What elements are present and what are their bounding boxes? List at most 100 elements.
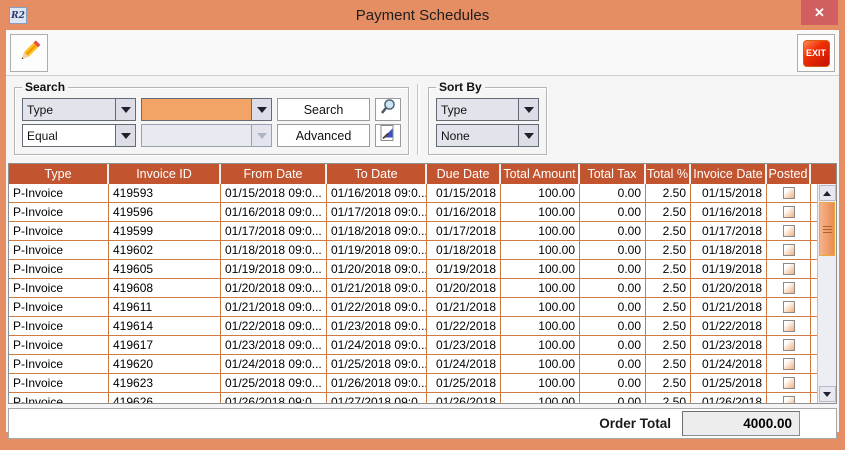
search-value2-combobox (141, 124, 272, 147)
cell-from_date: 01/16/2018 09:0... (221, 203, 327, 221)
table-row[interactable]: P-Invoice41962001/24/2018 09:0...01/25/2… (9, 355, 817, 374)
search-button[interactable]: Search (277, 98, 370, 121)
column-header-invoice_date[interactable]: Invoice Date (691, 164, 767, 184)
cell-to_date: 01/20/2018 09:0... (327, 260, 427, 278)
advanced-button[interactable]: Advanced (277, 124, 370, 147)
cell-due_date: 01/18/2018 (427, 241, 501, 259)
posted-checkbox[interactable] (783, 282, 795, 294)
table-row[interactable]: P-Invoice41960201/18/2018 09:0...01/19/2… (9, 241, 817, 260)
cell-type: P-Invoice (9, 203, 109, 221)
footer-panel: Order Total 4000.00 (8, 408, 837, 439)
advanced-search-icon-button[interactable] (375, 124, 401, 147)
table-rows-viewport[interactable]: P-Invoice41959301/15/2018 09:0...01/16/2… (9, 184, 817, 403)
cell-from_date: 01/17/2018 09:0... (221, 222, 327, 240)
table-row[interactable]: P-Invoice41959901/17/2018 09:0...01/18/2… (9, 222, 817, 241)
search-field-combobox[interactable]: Type (22, 98, 136, 121)
posted-checkbox[interactable] (783, 263, 795, 275)
column-header-total_pct[interactable]: Total % (646, 164, 691, 184)
table-header-row: TypeInvoice IDFrom DateTo DateDue DateTo… (9, 164, 836, 184)
cell-invoice_date: 01/25/2018 (691, 374, 767, 392)
sort-primary-combobox[interactable]: Type (436, 98, 539, 121)
cell-from_date: 01/21/2018 09:0... (221, 298, 327, 316)
cell-total_tax: 0.00 (580, 336, 646, 354)
cell-due_date: 01/15/2018 (427, 184, 501, 202)
cell-posted (767, 374, 811, 392)
search-value-input[interactable] (141, 98, 251, 121)
column-header-from_date[interactable]: From Date (221, 164, 327, 184)
posted-checkbox[interactable] (783, 244, 795, 256)
posted-checkbox[interactable] (783, 320, 795, 332)
posted-checkbox[interactable] (783, 301, 795, 313)
posted-checkbox[interactable] (783, 225, 795, 237)
table-row[interactable]: P-Invoice41960801/20/2018 09:0...01/21/2… (9, 279, 817, 298)
posted-checkbox[interactable] (783, 396, 795, 403)
cell-total_amount: 100.00 (501, 222, 580, 240)
table-row[interactable]: P-Invoice41961401/22/2018 09:0...01/23/2… (9, 317, 817, 336)
column-header-posted[interactable]: Posted (767, 164, 811, 184)
scroll-down-button[interactable] (819, 386, 836, 402)
column-header-due_date[interactable]: Due Date (427, 164, 501, 184)
cell-type: P-Invoice (9, 298, 109, 316)
posted-checkbox[interactable] (783, 187, 795, 199)
cell-invoice_date: 01/26/2018 (691, 393, 767, 403)
cell-invoice_date: 01/20/2018 (691, 279, 767, 297)
column-header-total_tax[interactable]: Total Tax (580, 164, 646, 184)
posted-checkbox[interactable] (783, 377, 795, 389)
cell-posted (767, 317, 811, 335)
table-row[interactable]: P-Invoice41962601/26/2018 09:0...01/27/2… (9, 393, 817, 403)
cell-total_tax: 0.00 (580, 241, 646, 259)
cell-from_date: 01/19/2018 09:0... (221, 260, 327, 278)
table-row[interactable]: P-Invoice41959601/16/2018 09:0...01/17/2… (9, 203, 817, 222)
search-value-combobox[interactable] (141, 98, 272, 121)
exit-button[interactable]: EXIT (797, 34, 835, 72)
table-row[interactable]: P-Invoice41960501/19/2018 09:0...01/20/2… (9, 260, 817, 279)
chevron-down-icon[interactable] (115, 124, 136, 147)
chevron-down-icon[interactable] (251, 98, 272, 121)
scrollbar-thumb[interactable] (819, 202, 835, 256)
cell-invoice_id: 419596 (109, 203, 221, 221)
cell-invoice_id: 419626 (109, 393, 221, 403)
filters-band: Search Type Search (6, 76, 839, 161)
edit-button[interactable] (10, 34, 48, 72)
search-operator-combobox[interactable]: Equal (22, 124, 136, 147)
cell-posted (767, 260, 811, 278)
sort-secondary-combobox[interactable]: None (436, 124, 539, 147)
cell-to_date: 01/21/2018 09:0... (327, 279, 427, 297)
search-value2-input (141, 124, 251, 147)
cell-invoice_id: 419617 (109, 336, 221, 354)
cell-invoice_date: 01/18/2018 (691, 241, 767, 259)
cell-to_date: 01/25/2018 09:0... (327, 355, 427, 373)
app-icon: R2 (9, 7, 27, 24)
table-row[interactable]: P-Invoice41961701/23/2018 09:0...01/24/2… (9, 336, 817, 355)
posted-checkbox[interactable] (783, 206, 795, 218)
table-row[interactable]: P-Invoice41962301/25/2018 09:0...01/26/2… (9, 374, 817, 393)
order-total-field: 4000.00 (682, 411, 800, 436)
header-filler (811, 164, 836, 184)
vertical-scrollbar[interactable] (817, 184, 836, 403)
column-header-type[interactable]: Type (9, 164, 109, 184)
posted-checkbox[interactable] (783, 339, 795, 351)
chevron-down-icon[interactable] (518, 124, 539, 147)
close-button[interactable]: ✕ (801, 0, 838, 25)
posted-checkbox[interactable] (783, 358, 795, 370)
cell-due_date: 01/21/2018 (427, 298, 501, 316)
chevron-down-icon[interactable] (518, 98, 539, 121)
cell-total_amount: 100.00 (501, 203, 580, 221)
search-field-value: Type (22, 98, 115, 121)
cell-to_date: 01/17/2018 09:0... (327, 203, 427, 221)
cell-total_amount: 100.00 (501, 336, 580, 354)
table-row[interactable]: P-Invoice41961101/21/2018 09:0...01/22/2… (9, 298, 817, 317)
column-header-invoice_id[interactable]: Invoice ID (109, 164, 221, 184)
search-groupbox: Search Type Search (14, 87, 409, 155)
cell-to_date: 01/23/2018 09:0... (327, 317, 427, 335)
column-header-to_date[interactable]: To Date (327, 164, 427, 184)
cell-from_date: 01/23/2018 09:0... (221, 336, 327, 354)
cell-total_pct: 2.50 (646, 336, 691, 354)
table-row[interactable]: P-Invoice41959301/15/2018 09:0...01/16/2… (9, 184, 817, 203)
cell-invoice_id: 419599 (109, 222, 221, 240)
column-header-total_amount[interactable]: Total Amount (501, 164, 580, 184)
scroll-up-button[interactable] (819, 185, 836, 201)
table-body: P-Invoice41959301/15/2018 09:0...01/16/2… (9, 184, 836, 403)
chevron-down-icon[interactable] (115, 98, 136, 121)
search-icon-button[interactable] (375, 98, 401, 121)
